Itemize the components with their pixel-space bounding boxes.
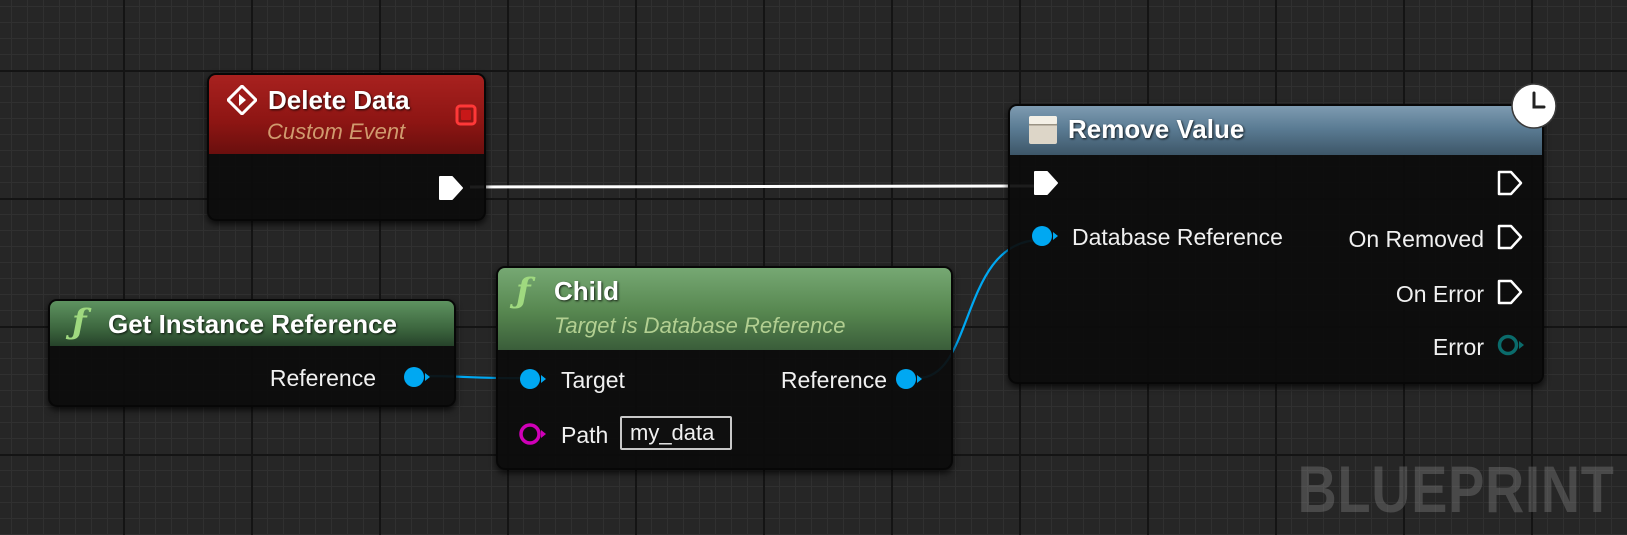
get-instance-reference-node[interactable]: ƒ Get Instance Reference Reference bbox=[48, 299, 456, 407]
reference-output-label: Reference bbox=[269, 365, 376, 391]
on-removed-label: On Removed bbox=[1348, 226, 1484, 252]
on-error-label: On Error bbox=[1395, 281, 1484, 307]
function-icon: ƒ bbox=[516, 271, 531, 311]
database-reference-input-pin[interactable] bbox=[1030, 223, 1060, 249]
reference-output-pin[interactable] bbox=[894, 366, 924, 392]
node-title: Delete Data bbox=[268, 85, 410, 115]
error-output-label: Error bbox=[1432, 334, 1484, 360]
on-error-exec-pin[interactable] bbox=[1496, 279, 1526, 305]
node-title: Remove Value bbox=[1068, 114, 1245, 144]
custom-event-icon bbox=[227, 85, 257, 115]
function-icon: ƒ bbox=[72, 302, 87, 342]
node-title: Get Instance Reference bbox=[108, 309, 398, 339]
delegate-pin-icon[interactable] bbox=[455, 104, 477, 126]
reference-output-label: Reference bbox=[780, 367, 887, 393]
path-input-label: Path bbox=[561, 422, 609, 448]
exec-output-pin[interactable] bbox=[1496, 170, 1526, 196]
exec-input-pin[interactable] bbox=[1032, 170, 1062, 196]
path-input-pin[interactable] bbox=[518, 421, 548, 447]
node-subtitle: Target is Database Reference bbox=[554, 313, 846, 338]
target-input-label: Target bbox=[561, 367, 625, 393]
node-subtitle: Custom Event bbox=[267, 119, 406, 144]
child-function-node[interactable]: ƒ Child Target is Database Reference Tar… bbox=[496, 266, 953, 470]
path-value-field[interactable] bbox=[620, 416, 732, 450]
error-output-pin[interactable] bbox=[1496, 332, 1526, 358]
exec-wire bbox=[469, 184, 1041, 189]
reference-output-pin[interactable] bbox=[402, 364, 432, 390]
remove-value-node[interactable]: Remove Value Database Reference On Remov… bbox=[1008, 104, 1544, 384]
delete-data-event-node[interactable]: Delete Data Custom Event bbox=[207, 73, 486, 221]
database-reference-input-label: Database Reference bbox=[1072, 224, 1283, 250]
node-title: Child bbox=[554, 276, 619, 306]
on-removed-exec-pin[interactable] bbox=[1496, 224, 1526, 250]
target-input-pin[interactable] bbox=[518, 366, 548, 392]
latent-function-icon bbox=[1029, 116, 1057, 144]
exec-output-pin[interactable] bbox=[437, 175, 467, 201]
clock-icon bbox=[1511, 83, 1557, 129]
blueprint-watermark: BLUEPRINT bbox=[1297, 452, 1615, 526]
